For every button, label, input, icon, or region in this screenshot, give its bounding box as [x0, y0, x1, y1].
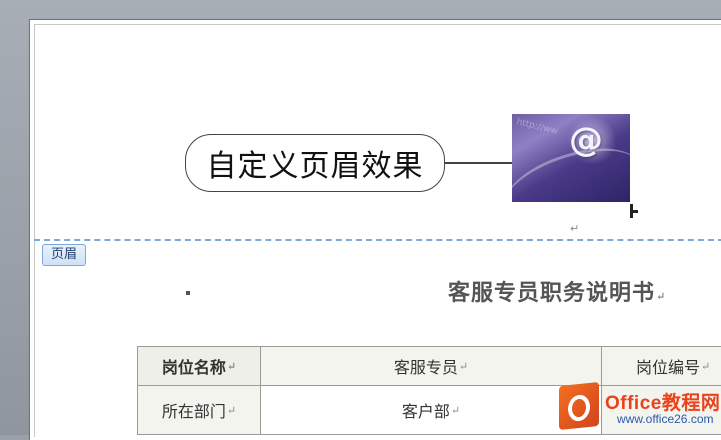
table-cell[interactable]: 客服专员 ↵: [260, 346, 602, 386]
document-title[interactable]: 客服专员职务说明书↵: [448, 275, 666, 307]
paragraph-mark: ↵: [570, 222, 580, 235]
header-image-faint-text: http://ww: [515, 117, 559, 137]
header-divider-line: [34, 239, 721, 241]
header-image[interactable]: http://ww @: [512, 114, 630, 202]
title-return-mark: ↵: [656, 290, 667, 303]
paragraph-bullet: [186, 291, 190, 295]
header-tag[interactable]: 页眉: [42, 244, 87, 266]
watermark-url: www.office26.com: [617, 412, 714, 426]
at-sign-email-icon: @: [569, 120, 603, 160]
callout-connector-line: [444, 162, 512, 164]
table-cell[interactable]: 所在部门 ↵: [137, 385, 261, 435]
cell-mark: ↵: [450, 403, 461, 417]
table-cell-text: 客服专员: [393, 358, 458, 377]
table-cell[interactable]: 岗位编号 ↵: [601, 346, 721, 386]
table-cell-text: 所在部门: [161, 402, 226, 421]
office-logo-icon: [559, 381, 599, 431]
table-cell[interactable]: 岗位名称 ↵: [137, 346, 261, 386]
table-cell[interactable]: 客户部 ↵: [260, 385, 602, 435]
header-callout: 自定义页眉效果: [185, 134, 445, 192]
table-cell-text: 客户部: [401, 402, 450, 421]
cell-mark: ↵: [458, 359, 469, 373]
table-cell-text: 岗位名称: [161, 358, 226, 377]
site-watermark-logo: Office教程网 www.office26.com: [553, 381, 721, 432]
header-callout-text: 自定义页眉效果: [206, 149, 424, 184]
cell-mark: ↵: [226, 403, 237, 417]
text-cursor: [630, 204, 638, 218]
cell-mark: ↵: [701, 359, 711, 373]
watermark-name: Office教程网: [605, 393, 721, 414]
table-cell-text: 岗位编号: [636, 358, 701, 377]
document-title-text: 客服专员职务说明书: [448, 280, 656, 306]
cell-mark: ↵: [226, 359, 237, 373]
